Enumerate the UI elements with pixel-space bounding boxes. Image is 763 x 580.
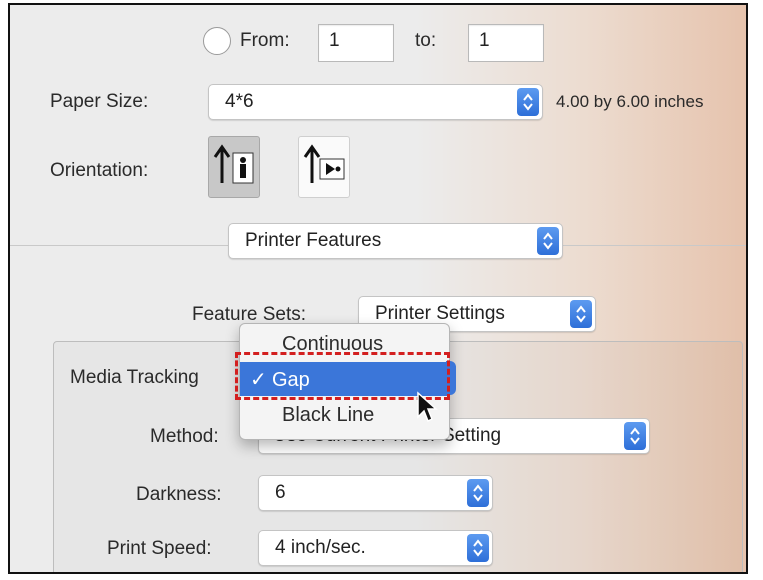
menu-item-label: Black Line (282, 404, 375, 426)
section-select-value: Printer Features (245, 230, 382, 251)
paper-size-value: 4*6 (225, 91, 254, 112)
stepper-icon (517, 88, 539, 116)
stepper-icon (570, 300, 592, 328)
stepper-icon (624, 422, 646, 450)
media-tracking-label: Media Tracking (70, 367, 199, 388)
orientation-label: Orientation: (50, 160, 149, 181)
print-speed-label: Print Speed: (107, 538, 212, 559)
portrait-orientation-button[interactable] (208, 136, 260, 198)
cursor-icon (417, 391, 438, 423)
to-page-field[interactable]: 1 (468, 24, 544, 62)
from-label: From: (240, 30, 290, 51)
landscape-icon (303, 144, 345, 183)
from-page-field[interactable]: 1 (318, 24, 394, 62)
page-range-radio[interactable] (203, 27, 231, 55)
paper-dimensions: 4.00 by 6.00 inches (556, 92, 704, 111)
section-select[interactable]: Printer Features (228, 223, 563, 259)
print-dialog: From: 1 to: 1 Paper Size: 4*6 4.00 by 6.… (8, 3, 748, 574)
stepper-icon (467, 534, 489, 562)
darkness-label: Darkness: (136, 484, 222, 505)
feature-sets-value: Printer Settings (375, 303, 505, 324)
darkness-select[interactable]: 6 (258, 475, 493, 511)
to-label: to: (415, 30, 437, 51)
portrait-icon (213, 144, 254, 184)
print-speed-value: 4 inch/sec. (275, 537, 366, 558)
print-speed-select[interactable]: 4 inch/sec. (258, 530, 493, 566)
method-label: Method: (150, 426, 219, 447)
darkness-value: 6 (275, 482, 286, 503)
paper-size-label: Paper Size: (50, 91, 149, 112)
paper-size-select[interactable]: 4*6 (208, 84, 543, 120)
stepper-icon (467, 479, 489, 507)
landscape-orientation-button[interactable] (298, 136, 350, 198)
stepper-icon (537, 227, 559, 255)
